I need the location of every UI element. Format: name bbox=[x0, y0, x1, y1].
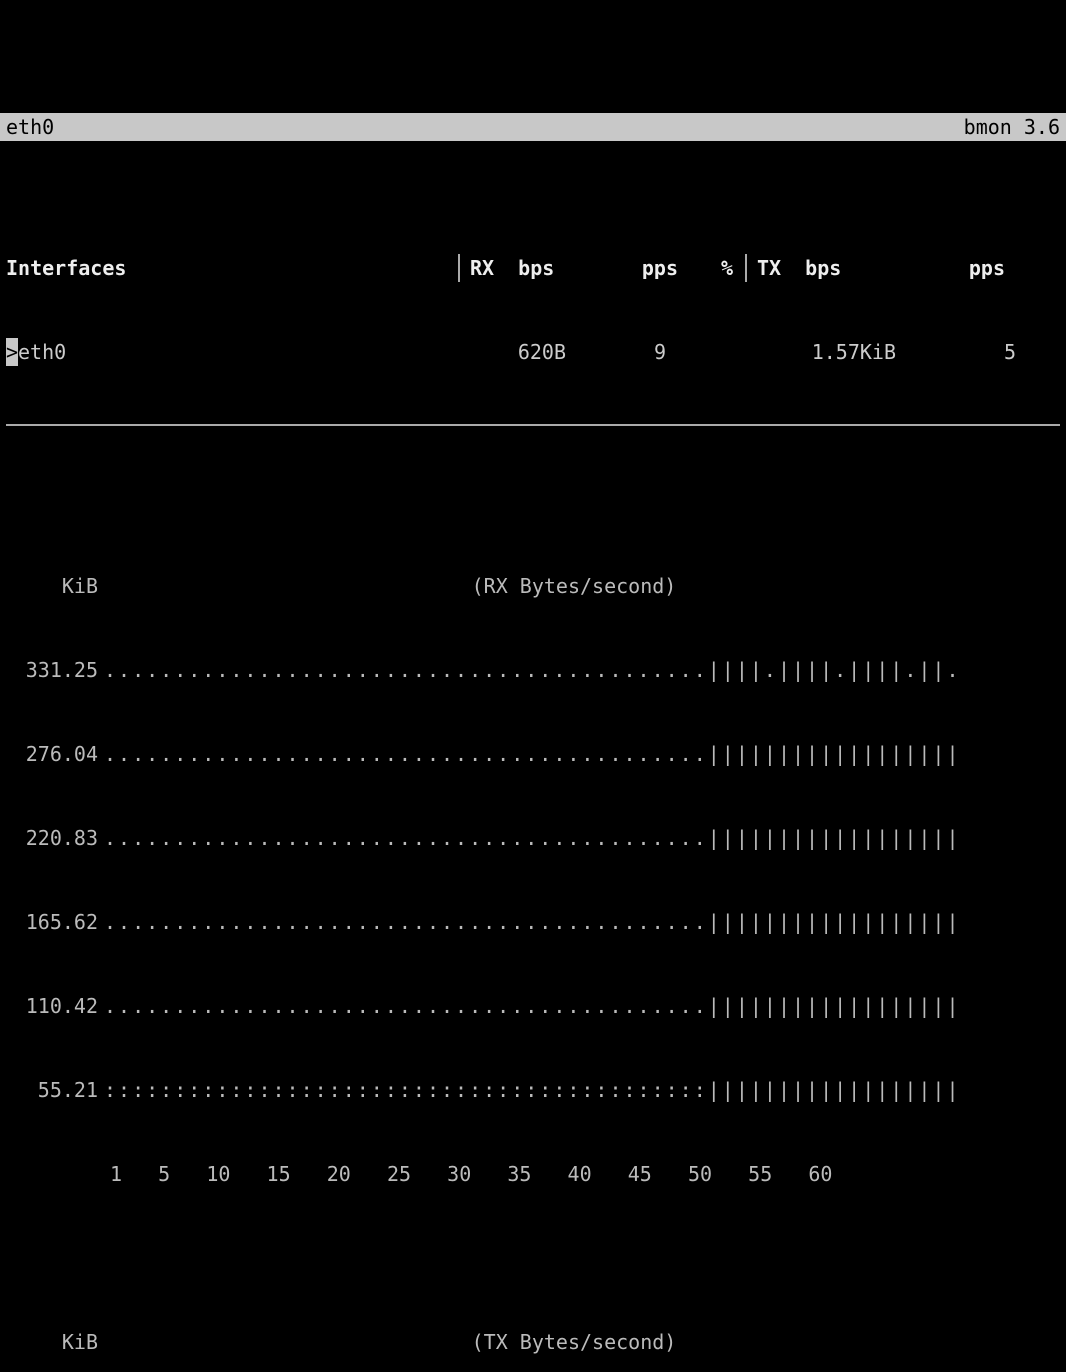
col-rx-bps: RX bps bbox=[458, 254, 578, 282]
rx-title: (RX Bytes/second) bbox=[104, 572, 1044, 600]
rx-ylab: 110.42 bbox=[22, 992, 104, 1020]
title-program: bmon 3.6 bbox=[964, 113, 1060, 141]
cell-rx-pps: 9 bbox=[566, 338, 666, 366]
col-rx-pct: % bbox=[678, 254, 733, 282]
rx-unit: KiB bbox=[22, 572, 104, 600]
cursor-icon: > bbox=[6, 338, 18, 366]
tx-unit: KiB bbox=[22, 1328, 104, 1356]
rx-graph-row: 110.42..................................… bbox=[22, 992, 1044, 1020]
col-tx-bps: TX bps bbox=[745, 254, 885, 282]
rx-ylab: 331.25 bbox=[22, 656, 104, 684]
rx-ylab: 276.04 bbox=[22, 740, 104, 768]
col-rx-pps: pps bbox=[578, 254, 678, 282]
tx-title: (TX Bytes/second) bbox=[104, 1328, 1044, 1356]
col-interfaces: Interfaces bbox=[6, 254, 446, 282]
table-header: Interfaces RX bps pps % TX bps pps bbox=[0, 254, 1066, 282]
rx-bar-row: ........................................… bbox=[104, 908, 1044, 936]
rx-bar-row: ........................................… bbox=[104, 740, 1044, 768]
rx-graph: KiB (RX Bytes/second) 331.25............… bbox=[0, 516, 1066, 1216]
rx-ylab: 165.62 bbox=[22, 908, 104, 936]
rx-ylab: 55.21 bbox=[22, 1076, 104, 1104]
rx-bar-row: ::::::::::::::::::::::::::::::::::::::::… bbox=[104, 1076, 1044, 1104]
cell-interface: >eth0 bbox=[6, 338, 446, 366]
col-tx-pps: pps bbox=[885, 254, 1005, 282]
rx-graph-row: 55.21:::::::::::::::::::::::::::::::::::… bbox=[22, 1076, 1044, 1104]
cell-iface-name: eth0 bbox=[18, 340, 66, 364]
rx-bar-row: ........................................… bbox=[104, 992, 1044, 1020]
rx-graph-row: 165.62..................................… bbox=[22, 908, 1044, 936]
tx-graph: KiB (TX Bytes/second) 224.78............… bbox=[0, 1272, 1066, 1372]
cell-tx-pps: 5 bbox=[896, 338, 1016, 366]
rx-bar-row: ........................................… bbox=[104, 656, 1044, 684]
rx-graph-row: 276.04..................................… bbox=[22, 740, 1044, 768]
rx-ylab: 220.83 bbox=[22, 824, 104, 852]
cell-rx-bps: 620B bbox=[446, 338, 566, 366]
title-interface: eth0 bbox=[6, 113, 54, 141]
rx-graph-row: 331.25..................................… bbox=[22, 656, 1044, 684]
title-bar: eth0 bmon 3.6 bbox=[0, 112, 1066, 142]
rx-graph-row: 220.83..................................… bbox=[22, 824, 1044, 852]
divider bbox=[6, 424, 1060, 426]
interface-table: Interfaces RX bps pps % TX bps pps >eth0… bbox=[0, 198, 1066, 460]
rx-bar-row: ........................................… bbox=[104, 824, 1044, 852]
table-row[interactable]: >eth0 620B 9 1.57KiB 5 bbox=[0, 338, 1066, 366]
cell-tx-bps: 1.57KiB bbox=[736, 338, 896, 366]
rx-xaxis: 1 5 10 15 20 25 30 35 40 45 50 55 60 bbox=[22, 1160, 1044, 1188]
